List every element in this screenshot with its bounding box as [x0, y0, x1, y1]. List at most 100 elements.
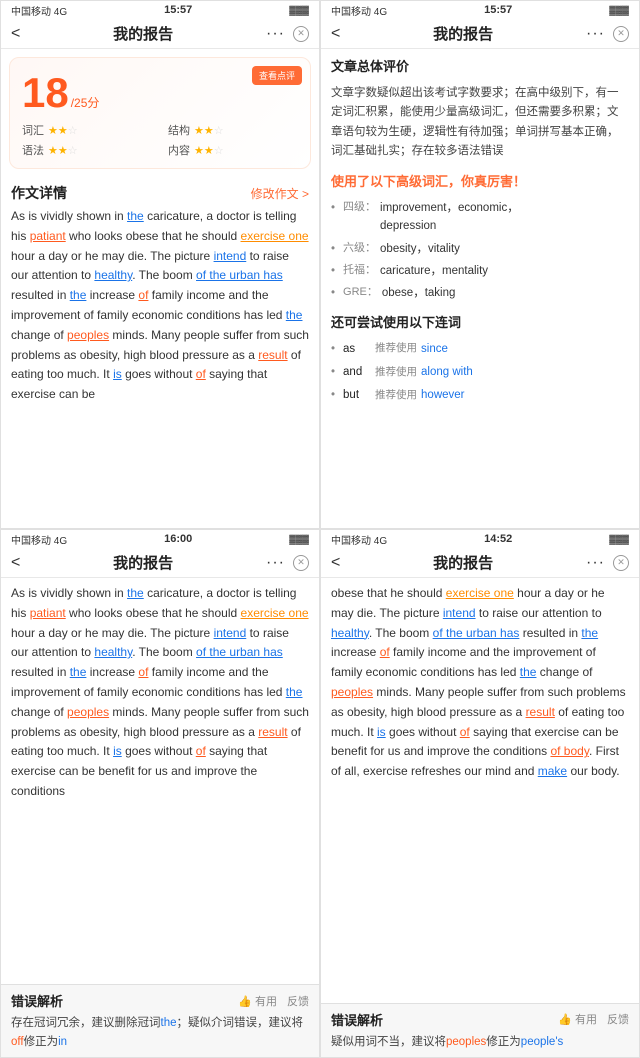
word-peoples-br: peoples	[331, 685, 373, 699]
more-icon-bl[interactable]: ···	[266, 554, 285, 572]
conn-word-and: and	[343, 363, 371, 381]
word-the-br: the	[581, 626, 598, 640]
score-denom: /25分	[71, 94, 100, 111]
vocab-item-tf: • 托福： caricature，mentality	[331, 262, 629, 280]
more-icon-tr[interactable]: ···	[586, 25, 605, 43]
vocab-item-6: • 六级： obesity，vitality	[331, 240, 629, 258]
score-vocab-label: 词汇	[22, 122, 44, 138]
time-tr: 15:57	[484, 4, 512, 16]
error-section-bl: 错误解析 👍 有用 反馈 存在冠词冗余，建议删除冠词the；疑似介词错误，建议将…	[1, 984, 319, 1057]
score-content-label: 内容	[168, 142, 190, 158]
error-title-bl: 错误解析	[11, 991, 63, 1010]
bullet-and: •	[331, 363, 335, 381]
nav-title-br: 我的报告	[433, 552, 493, 573]
conn-label-but: 推荐使用	[375, 387, 417, 404]
connector-and: • and 推荐使用 along with	[331, 363, 629, 381]
close-icon-br[interactable]: ✕	[613, 555, 629, 571]
panel-content-br: obese that he should exercise one hour a…	[321, 578, 639, 1003]
more-icon-br[interactable]: ···	[586, 554, 605, 572]
score-grammar-stars: ★★☆	[48, 144, 78, 157]
bullet-6: •	[331, 240, 335, 258]
time-tl: 15:57	[164, 4, 192, 16]
feedback-button-br[interactable]: 反馈	[607, 1011, 629, 1027]
overview-title: 文章总体评价	[331, 57, 629, 78]
word-healthy: healthy	[94, 268, 132, 282]
bullet-tf: •	[331, 262, 335, 280]
word-of: of	[138, 288, 148, 302]
battery-bl: ▓▓▓	[289, 534, 309, 544]
error-actions-br: 👍 有用 反馈	[558, 1011, 629, 1027]
status-bar-br: 中国移动 4G 14:52 ▓▓▓	[321, 530, 639, 548]
nav-bar-bl: < 我的报告 ··· ✕	[1, 548, 319, 578]
carrier-tr: 中国移动 4G	[331, 3, 387, 18]
score-grid: 词汇 ★★☆ 结构 ★★☆ 语法 ★★☆ 内容 ★★☆	[22, 122, 298, 158]
vocab-words-gre: obese，taking	[382, 284, 456, 302]
word-intend-br: intend	[443, 606, 476, 620]
back-icon-tl[interactable]: <	[11, 25, 20, 43]
error-section-br: 错误解析 👍 有用 反馈 疑似用词不当，建议将peoples修正为people'…	[321, 1003, 639, 1057]
score-vocab-stars: ★★☆	[48, 124, 78, 137]
connector-title: 还可尝试使用以下连词	[331, 313, 629, 334]
vocab-level-6: 六级：	[343, 240, 376, 258]
edit-essay-button[interactable]: 修改作文 >	[251, 185, 309, 202]
word-the-1: the	[127, 209, 144, 223]
nav-right-bl: ··· ✕	[266, 554, 309, 572]
carrier-br: 中国移动 4G	[331, 532, 387, 547]
battery-tl: ▓▓▓	[289, 5, 309, 15]
close-icon-tl[interactable]: ✕	[293, 26, 309, 42]
panel-bottom-right: 中国移动 4G 14:52 ▓▓▓ < 我的报告 ··· ✕ obese tha…	[320, 529, 640, 1058]
score-content-stars: ★★☆	[194, 144, 224, 157]
nav-bar-br: < 我的报告 ··· ✕	[321, 548, 639, 578]
error-title-br: 错误解析	[331, 1010, 383, 1029]
word-healthy-br: healthy	[331, 626, 369, 640]
score-grammar-label: 语法	[22, 142, 44, 158]
score-content: 内容 ★★☆	[168, 142, 298, 158]
review-button[interactable]: 查看点评	[252, 66, 302, 85]
nav-bar-tr: < 我的报告 ··· ✕	[321, 19, 639, 49]
connector-section: 还可尝试使用以下连词 • as 推荐使用 since • and 推荐使用 al…	[331, 313, 629, 405]
nav-title-bl: 我的报告	[113, 552, 173, 573]
vocab-words-tf: caricature，mentality	[380, 262, 488, 280]
status-bar-tl: 中国移动 4G 15:57 ▓▓▓	[1, 1, 319, 19]
vocab-level-4: 四级：	[343, 199, 376, 217]
nav-left-tr: <	[331, 25, 340, 43]
conn-suggest-but: however	[421, 386, 464, 404]
panel-content-tl: 查看点评 18 /25分 词汇 ★★☆ 结构 ★★☆ 语法 ★★☆	[1, 49, 319, 528]
word-make-br: make	[538, 764, 567, 778]
vocab-words-6: obesity，vitality	[380, 240, 460, 258]
word-result-br: result	[526, 705, 555, 719]
conn-suggest-and: along with	[421, 363, 473, 381]
right-content-tr: 文章总体评价 文章字数疑似超出该考试字数要求；在高中级别下，有一定词汇积累，能使…	[321, 49, 639, 528]
error-text-bl: 存在冠词冗余，建议删除冠词the；疑似介词错误，建议将off修正为in	[11, 1014, 309, 1051]
panel-top-left: 中国移动 4G 15:57 ▓▓▓ < 我的报告 ··· ✕ 查看点评 18 /…	[0, 0, 320, 529]
bullet-but: •	[331, 386, 335, 404]
essay-body-tl: As is vividly shown in the caricature, a…	[1, 207, 319, 528]
connector-as: • as 推荐使用 since	[331, 340, 629, 358]
word-exercise-br: exercise one	[446, 586, 514, 600]
error-title-row-br: 错误解析 👍 有用 反馈	[331, 1010, 629, 1029]
word-of-the-urban: of the urban has	[196, 268, 283, 282]
nav-left-br: <	[331, 554, 340, 572]
time-bl: 16:00	[164, 533, 192, 545]
essay-title: 作文详情	[11, 183, 67, 203]
score-structure-stars: ★★☆	[194, 124, 224, 137]
word-of-bl: of	[138, 665, 148, 679]
nav-title-tl: 我的报告	[113, 23, 173, 44]
status-bar-tr: 中国移动 4G 15:57 ▓▓▓	[321, 1, 639, 19]
word-patiant: patiant	[30, 229, 66, 243]
score-grammar: 语法 ★★☆	[22, 142, 152, 158]
feedback-button-bl[interactable]: 反馈	[287, 993, 309, 1009]
useful-button-bl[interactable]: 👍 有用	[238, 993, 277, 1009]
word-peoples: peoples	[67, 328, 109, 342]
panel-top-right: 中国移动 4G 15:57 ▓▓▓ < 我的报告 ··· ✕ 文章总体评价 文章…	[320, 0, 640, 529]
close-icon-bl[interactable]: ✕	[293, 555, 309, 571]
more-icon-tl[interactable]: ···	[266, 25, 285, 43]
kw-the-bl: the	[161, 1017, 177, 1029]
useful-button-br[interactable]: 👍 有用	[558, 1011, 597, 1027]
back-icon-tr[interactable]: <	[331, 25, 340, 43]
panel-content-bl: As is vividly shown in the caricature, a…	[1, 578, 319, 984]
back-icon-bl[interactable]: <	[11, 554, 20, 572]
word-is: is	[113, 367, 122, 381]
close-icon-tr[interactable]: ✕	[613, 26, 629, 42]
back-icon-br[interactable]: <	[331, 554, 340, 572]
